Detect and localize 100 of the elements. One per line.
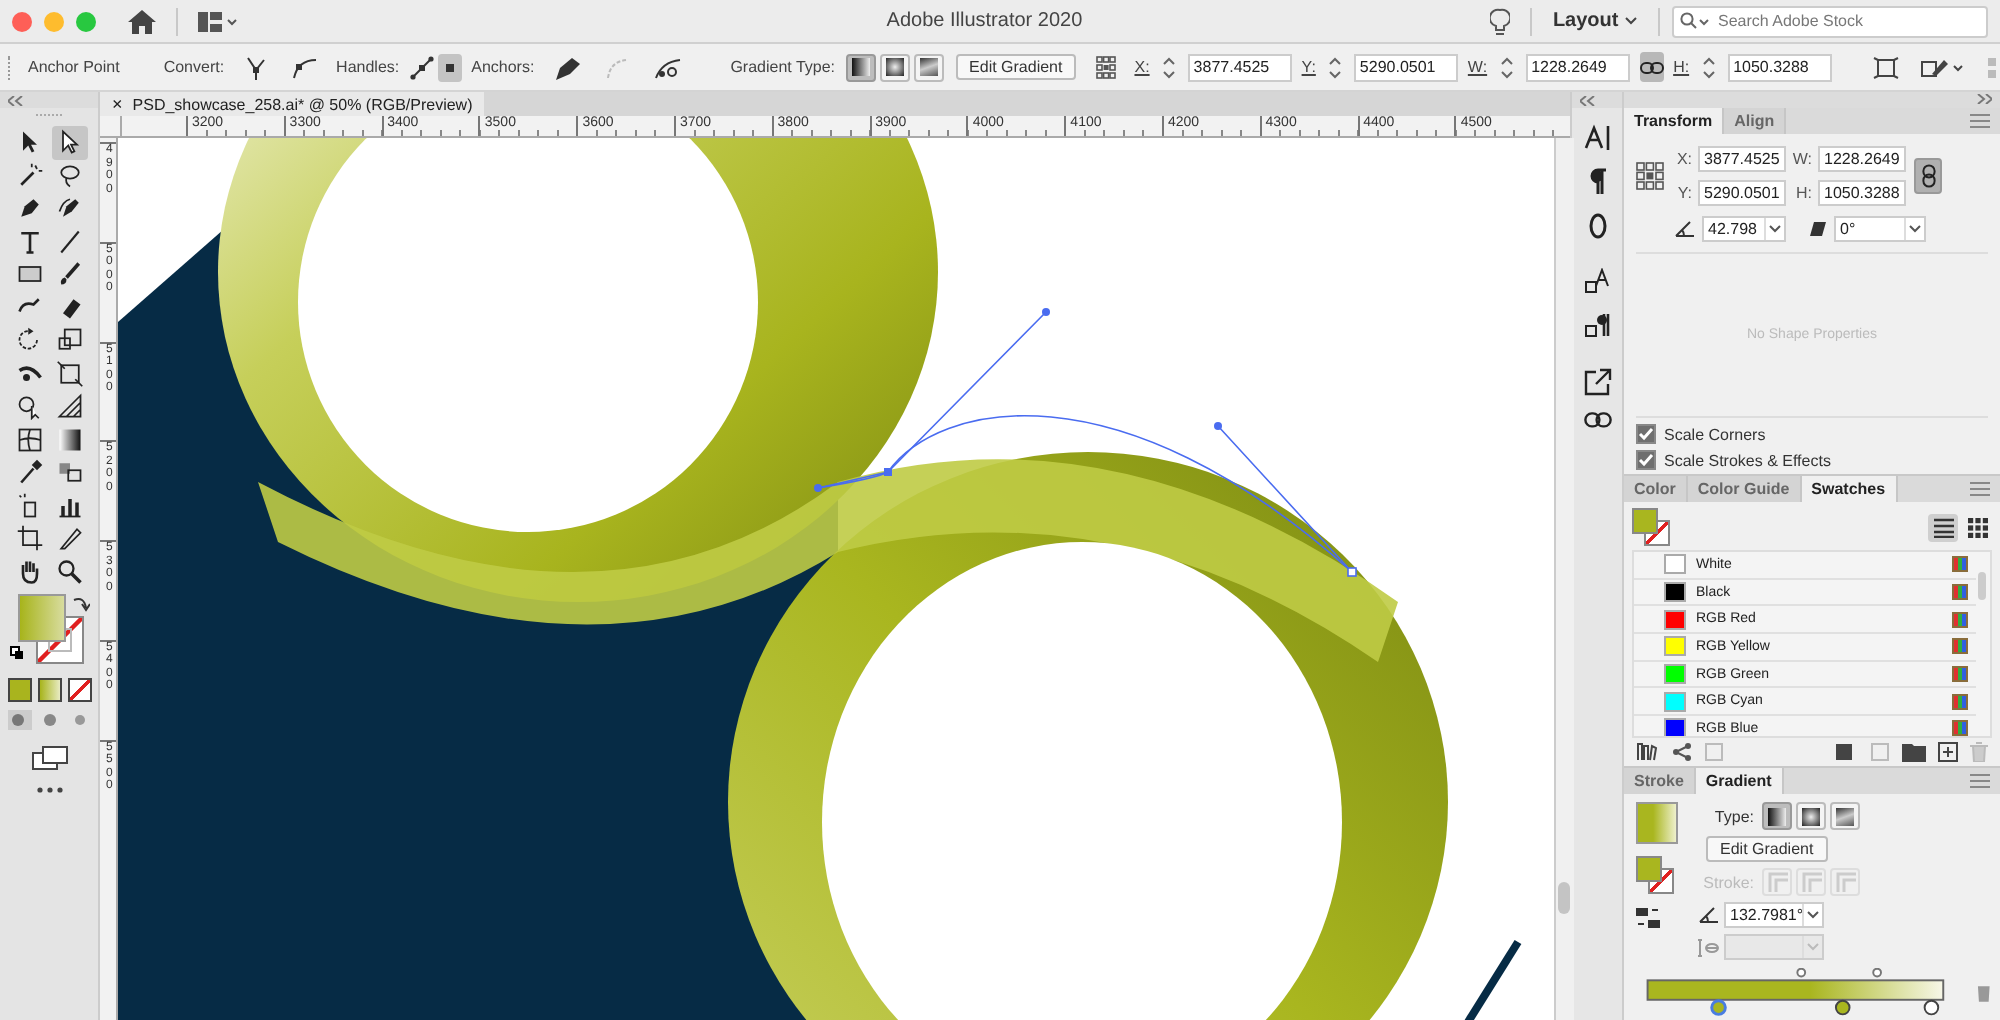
cut-path-icon[interactable] — [652, 53, 685, 81]
drag-handle-icon[interactable] — [35, 112, 63, 118]
corner-anchor-icon[interactable] — [242, 53, 271, 81]
edit-gradient-button[interactable]: Edit Gradient — [1706, 836, 1828, 862]
opentype-panel-icon[interactable] — [1587, 212, 1607, 240]
swatch-library-icon[interactable] — [1636, 742, 1660, 762]
shear-field[interactable]: 0° — [1834, 215, 1926, 242]
swatch-options-icon[interactable] — [1870, 742, 1890, 762]
constrain-proportions-button[interactable] — [1639, 52, 1664, 82]
fill-stroke-indicator[interactable] — [1632, 507, 1672, 547]
home-icon[interactable] — [128, 9, 156, 33]
panel-menu-icon[interactable] — [1970, 774, 1990, 788]
coordinate-field[interactable]: 5290.0501 — [1353, 53, 1458, 81]
linear-gradient-button[interactable] — [1762, 802, 1792, 830]
search-input[interactable]: Search Adobe Stock — [1718, 12, 1958, 30]
character-panel-icon[interactable] — [1583, 124, 1611, 152]
transform-box-tool-button[interactable] — [51, 357, 87, 390]
panel-tab[interactable]: Color — [1624, 476, 1688, 502]
spinner-icon[interactable] — [1327, 55, 1342, 79]
lightbulb-icon[interactable] — [1490, 7, 1511, 35]
paragraph-styles-icon[interactable] — [1583, 312, 1611, 340]
panel-tab[interactable]: Transform — [1624, 107, 1725, 134]
coordinate-field[interactable]: 1050.3288 — [1727, 53, 1832, 81]
collapse-icon[interactable] — [1580, 95, 1596, 105]
fill-stroke-swatches[interactable] — [17, 594, 83, 664]
more-tools-icon[interactable] — [35, 786, 63, 794]
arrange-layout-icon[interactable] — [198, 11, 238, 31]
default-colors-icon[interactable] — [9, 646, 23, 660]
character-styles-icon[interactable] — [1583, 268, 1611, 296]
angle-field[interactable]: 132.7981° — [1724, 902, 1824, 928]
panel-menu-icon[interactable] — [1970, 482, 1990, 496]
coordinate-field[interactable]: 3877.4525 — [1698, 145, 1786, 172]
checkbox[interactable] — [1636, 450, 1656, 470]
crop-frame-icon — [15, 524, 43, 553]
hollow-arrow-tool-button[interactable] — [51, 126, 87, 159]
radial-gradient-button[interactable] — [879, 53, 910, 81]
checkbox[interactable] — [1636, 424, 1656, 444]
workspace-switcher[interactable]: Layout — [1544, 10, 1646, 32]
chain-link-icon[interactable] — [1583, 412, 1611, 428]
panel-tab[interactable]: Gradient — [1695, 768, 1784, 794]
grid-view-button[interactable] — [1962, 513, 1992, 541]
brush-icon — [55, 260, 83, 289]
rgb-mode-icon — [1952, 556, 1968, 573]
line-icon — [55, 227, 83, 256]
search-field[interactable]: Search Adobe Stock — [1672, 5, 1988, 37]
spinner-icon[interactable] — [1499, 55, 1514, 79]
color-stop[interactable] — [1834, 999, 1851, 1016]
color-mode-button[interactable] — [7, 678, 31, 702]
panel-tab[interactable]: Color Guide — [1687, 476, 1802, 502]
recolor-icon[interactable] — [1919, 55, 1964, 79]
paragraph-panel-icon[interactable] — [1587, 168, 1607, 196]
fill-stroke-indicator[interactable] — [1636, 856, 1676, 896]
transform-bounds-icon[interactable] — [1871, 55, 1900, 79]
color-stop[interactable] — [1710, 999, 1727, 1016]
rotate-field[interactable]: 42.798 — [1702, 215, 1786, 242]
swap-arrow-icon[interactable] — [71, 594, 89, 612]
tab-close-button[interactable]: × — [112, 94, 123, 114]
reference-point-icon[interactable] — [1636, 161, 1664, 190]
panel-menu-icon[interactable] — [1970, 113, 1990, 128]
coordinate-field[interactable]: 1228.2649 — [1525, 53, 1630, 81]
coordinate-field[interactable]: 1228.2649 — [1818, 145, 1906, 172]
remove-anchor-pen-icon[interactable] — [552, 53, 585, 81]
radial-gradient-button[interactable] — [1796, 802, 1826, 830]
collapse-icon[interactable] — [8, 95, 24, 105]
coordinate-field[interactable]: 5290.0501 — [1698, 179, 1786, 206]
list-view-button[interactable] — [1928, 513, 1958, 541]
panel-tab[interactable]: Align — [1724, 107, 1787, 134]
export-icon[interactable] — [1583, 368, 1611, 396]
coordinate-field[interactable]: 1050.3288 — [1818, 179, 1906, 206]
handles-toggle[interactable] — [437, 53, 462, 81]
screen-mode-icon[interactable] — [31, 746, 67, 770]
reference-point-icon[interactable] — [1096, 55, 1117, 79]
swatch-kind-icon[interactable] — [1834, 742, 1858, 762]
panel-tab[interactable]: Swatches — [1801, 476, 1898, 502]
draw-normal-icon[interactable] — [7, 710, 31, 730]
gradient-mode-button[interactable] — [37, 678, 61, 702]
search-icon — [1680, 12, 1712, 30]
new-swatch-icon[interactable] — [1938, 742, 1958, 762]
constrain-proportions-button[interactable] — [1914, 157, 1942, 194]
tool-name: Anchor Point — [28, 58, 120, 76]
document-tab[interactable]: × PSD_showcase_258.ai* @ 50% (RGB/Preview) — [100, 92, 485, 116]
freeform-gradient-button[interactable] — [1830, 802, 1860, 830]
share-icon[interactable] — [1672, 742, 1692, 762]
knife-icon — [55, 524, 83, 553]
spinner-icon[interactable] — [1161, 55, 1176, 79]
panel-tab[interactable]: Stroke — [1624, 768, 1696, 794]
coordinate-field[interactable]: 3877.4525 — [1187, 53, 1292, 81]
color-stop[interactable] — [1923, 999, 1940, 1016]
linear-gradient-button[interactable] — [845, 53, 876, 81]
reverse-gradient-icon[interactable] — [1636, 908, 1660, 928]
folder-icon[interactable] — [1902, 742, 1926, 762]
expand-icon[interactable] — [1976, 94, 1992, 105]
freeform-gradient-button[interactable] — [913, 53, 944, 81]
handles-toggle[interactable] — [409, 53, 434, 81]
edit-gradient-button[interactable]: Edit Gradient — [955, 54, 1077, 80]
none-mode-button[interactable] — [67, 678, 91, 702]
smooth-anchor-icon[interactable] — [290, 53, 319, 81]
close-window-button[interactable] — [12, 11, 32, 31]
spinner-icon[interactable] — [1701, 55, 1716, 79]
vertical-scrollbar[interactable] — [1554, 138, 1574, 1020]
